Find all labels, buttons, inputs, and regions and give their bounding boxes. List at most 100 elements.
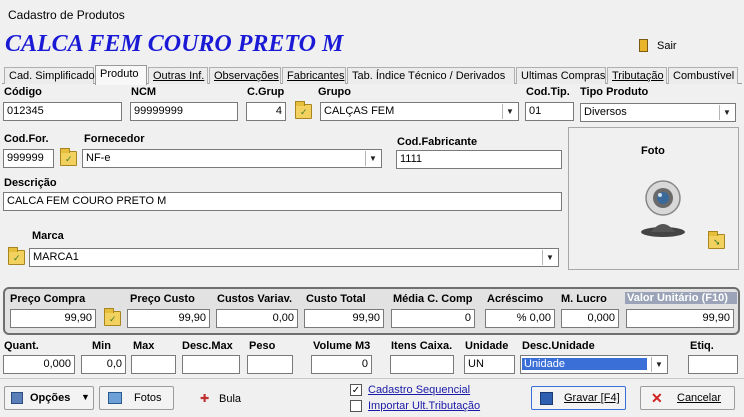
checkbox-checked-icon: ✓	[350, 384, 362, 396]
webcam-icon	[641, 180, 685, 237]
ncm-label: NCM	[131, 86, 157, 98]
quant-field[interactable]: 0,000	[3, 355, 75, 374]
fornecedor-select[interactable]: NF-e ▼	[82, 149, 382, 168]
tab-indice-tecnico[interactable]: Tab. Índice Técnico / Derivados	[347, 67, 515, 84]
tab-produto[interactable]: Produto	[95, 65, 147, 85]
photos-icon	[108, 392, 122, 404]
preco-compra-field[interactable]: 99,90	[10, 309, 96, 328]
volume-m3-field[interactable]: 0	[311, 355, 372, 374]
marca-value: MARCA1	[33, 251, 79, 263]
marca-select[interactable]: MARCA1 ▼	[29, 248, 559, 267]
desc-unidade-select[interactable]: Unidade ▼	[520, 355, 668, 374]
marca-label: Marca	[32, 230, 64, 242]
photo-open-folder-icon[interactable]: ➘	[708, 231, 725, 249]
chevron-down-icon[interactable]: ▼	[502, 104, 517, 119]
grupo-value: CALÇAS FEM	[324, 105, 395, 117]
custo-total-field[interactable]: 99,90	[304, 309, 384, 328]
preco-custo-label: Preço Custo	[130, 293, 195, 305]
tab-fabricantes[interactable]: Fabricantes	[282, 67, 346, 84]
fotos-button[interactable]: Fotos	[99, 386, 174, 410]
peso-field[interactable]	[247, 355, 293, 374]
fotos-label: Fotos	[134, 392, 162, 404]
desc-unidade-value: Unidade	[522, 358, 647, 370]
valor-unitario-field[interactable]: 99,90	[626, 309, 734, 328]
cancelar-button[interactable]: ✕ Cancelar	[640, 386, 735, 410]
tab-observacoes[interactable]: Observações	[209, 67, 281, 84]
custo-total-label: Custo Total	[306, 293, 366, 305]
title-bar: Cadastro de Produtos	[0, 0, 744, 28]
desc-max-field[interactable]	[182, 355, 240, 374]
acrescimo-field[interactable]: % 0,00	[485, 309, 555, 328]
opcoes-button[interactable]: Opções ▼	[4, 386, 94, 410]
chevron-down-icon[interactable]: ▼	[542, 250, 557, 265]
desc-unidade-label: Desc.Unidade	[522, 340, 595, 352]
codigo-field[interactable]: 012345	[3, 102, 122, 121]
chevron-down-icon[interactable]: ▼	[719, 105, 734, 120]
grupo-label: Grupo	[318, 86, 351, 98]
gravar-label: Gravar [F4]	[564, 392, 620, 404]
photo-panel: Foto ➘	[568, 127, 739, 270]
unidade-field[interactable]: UN	[464, 355, 515, 374]
fornecedor-search-folder-icon[interactable]: ✓	[60, 148, 77, 166]
fornecedor-label: Fornecedor	[84, 133, 145, 145]
window-title: Cadastro de Produtos	[8, 8, 125, 22]
preco-compra-folder-icon[interactable]: ✓	[104, 308, 121, 326]
min-field[interactable]: 0,0	[81, 355, 126, 374]
max-field[interactable]	[131, 355, 176, 374]
chevron-down-icon[interactable]: ▼	[651, 357, 666, 372]
tipo-produto-select[interactable]: Diversos ▼	[580, 103, 736, 122]
exit-button[interactable]: Sair	[636, 37, 696, 55]
cancel-x-icon: ✕	[651, 390, 663, 406]
preco-custo-field[interactable]: 99,90	[127, 309, 210, 328]
grupo-select[interactable]: CALÇAS FEM ▼	[320, 102, 519, 121]
tipo-produto-value: Diversos	[584, 106, 627, 118]
caret-down-icon: ▼	[81, 392, 90, 402]
cadastro-sequencial-checkbox[interactable]: ✓ Cadastro Sequencial	[350, 383, 490, 398]
tab-ultimas-compras[interactable]: Ultimas Compras	[516, 67, 606, 84]
checkbox-unchecked-icon	[350, 400, 362, 412]
grupo-search-folder-icon[interactable]: ✓	[295, 101, 312, 119]
codtip-label: Cod.Tip.	[526, 86, 570, 98]
bula-icon: ✚	[200, 393, 210, 405]
fornecedor-value: NF-e	[86, 152, 111, 164]
ncm-field[interactable]: 99999999	[130, 102, 238, 121]
m-lucro-field[interactable]: 0,000	[561, 309, 619, 328]
codfor-label: Cod.For.	[4, 133, 49, 145]
tab-tributacao[interactable]: Tributação	[607, 67, 667, 84]
custos-variav-field[interactable]: 0,00	[216, 309, 298, 328]
etiq-field[interactable]	[688, 355, 738, 374]
product-name-heading: CALCA FEM COURO PRETO M	[5, 31, 344, 57]
desc-max-label: Desc.Max	[182, 340, 233, 352]
itens-caixa-label: Itens Caixa.	[391, 340, 453, 352]
descricao-field[interactable]: CALCA FEM COURO PRETO M	[3, 192, 562, 211]
photo-label: Foto	[641, 145, 665, 157]
codfor-field[interactable]: 999999	[3, 149, 54, 168]
media-c-comp-field[interactable]: 0	[391, 309, 475, 328]
tab-bar: Cad. Simplificado Produto Outras Inf. Ob…	[2, 65, 742, 85]
min-label: Min	[92, 340, 111, 352]
cod-fabricante-label: Cod.Fabricante	[397, 136, 478, 148]
codigo-label: Código	[4, 86, 42, 98]
volume-m3-label: Volume M3	[313, 340, 371, 352]
acrescimo-label: Acréscimo	[487, 293, 544, 305]
chevron-down-icon[interactable]: ▼	[365, 151, 380, 166]
cod-fabricante-field[interactable]: 1111	[396, 150, 562, 169]
bula-button[interactable]: ✚ Bula	[198, 390, 248, 408]
cgrup-label: C.Grup	[247, 86, 285, 98]
custos-variav-label: Custos Variav.	[217, 293, 292, 305]
itens-caixa-field[interactable]	[390, 355, 454, 374]
importar-tributacao-checkbox[interactable]: Importar Ult.Tributação	[350, 399, 500, 414]
tab-combustivel[interactable]: Combustível	[668, 67, 738, 84]
options-icon	[11, 392, 23, 404]
cgrup-field[interactable]: 4	[246, 102, 286, 121]
peso-label: Peso	[249, 340, 276, 352]
tab-cad-simplificado[interactable]: Cad. Simplificado	[4, 67, 95, 84]
descricao-label: Descrição	[4, 177, 57, 189]
importar-tributacao-label: Importar Ult.Tributação	[368, 400, 481, 412]
tab-outras-inf[interactable]: Outras Inf.	[148, 67, 208, 84]
marca-search-folder-icon[interactable]: ✓	[8, 247, 25, 265]
quant-label: Quant.	[4, 340, 39, 352]
codtip-field[interactable]: 01	[525, 102, 574, 121]
gravar-button[interactable]: Gravar [F4]	[531, 386, 626, 410]
bula-label: Bula	[219, 393, 242, 405]
